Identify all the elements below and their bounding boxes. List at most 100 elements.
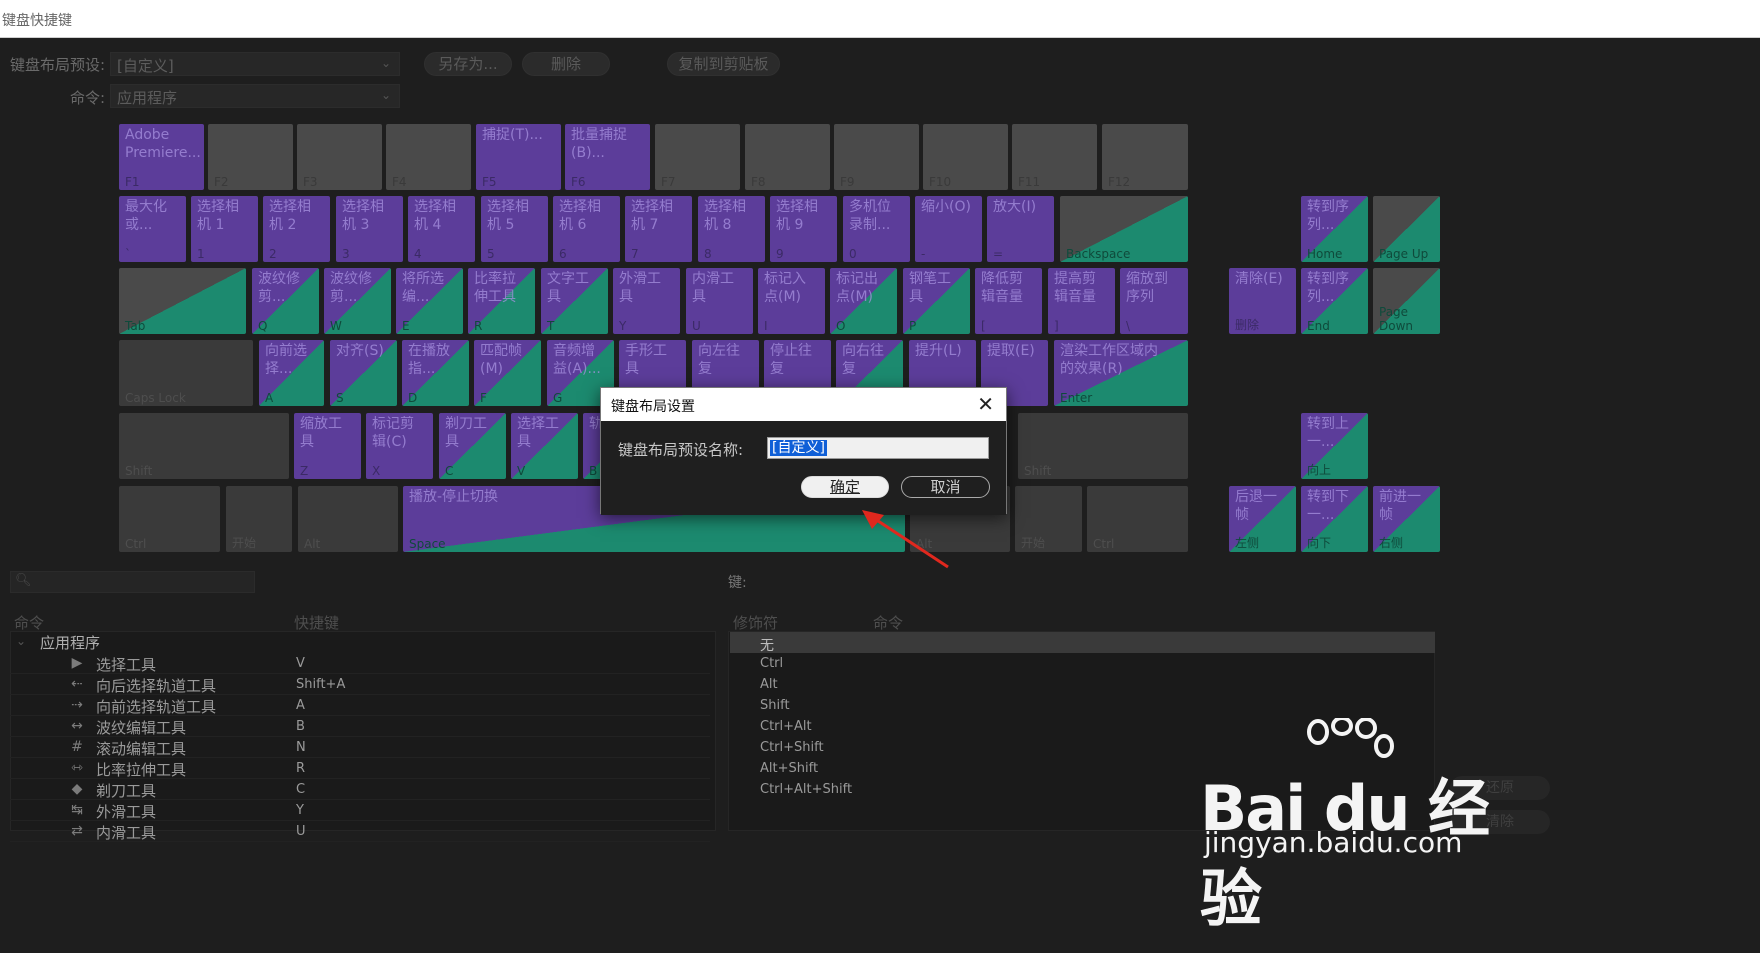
key-f9[interactable]: F9 [834, 124, 919, 190]
key-w[interactable]: 波纹修 剪... W [324, 268, 391, 334]
modifier-row[interactable]: Shift [730, 695, 1435, 716]
key-r[interactable]: 比率拉 伸工具 R [468, 268, 535, 334]
shortcut-value[interactable]: A [296, 698, 305, 713]
modifier-row[interactable]: Alt [730, 674, 1435, 695]
preset-select[interactable]: [自定义] ⌄ [110, 52, 400, 76]
delete-preset-button[interactable]: 删除 [522, 52, 610, 76]
key-5[interactable]: 选择相 机 5 5 [481, 196, 548, 262]
table-row[interactable]: ↹ 外滑工具 Y [10, 800, 710, 821]
key-y[interactable]: 外滑工 具 Y [613, 268, 680, 334]
table-row[interactable]: ▶ 选择工具 V [10, 653, 710, 674]
shortcut-column-header[interactable]: 快捷键 [294, 612, 339, 633]
key-d[interactable]: 在播放 指... D [402, 340, 469, 406]
key-enter[interactable]: 渲染工作区域内 的效果(R) Enter [1054, 340, 1188, 406]
key-a[interactable]: 向前选 择... A [259, 340, 324, 406]
chevron-down-icon[interactable]: ⌄ [16, 634, 26, 648]
command-search-input[interactable]: 🔍︎ [10, 571, 255, 593]
shortcut-value[interactable]: U [296, 824, 306, 839]
key-8[interactable]: 选择相 机 8 8 [698, 196, 765, 262]
key-f4[interactable]: F4 [386, 124, 471, 190]
table-row[interactable]: # 滚动编辑工具 N [10, 737, 710, 758]
key-left-win[interactable]: 开始 [226, 486, 292, 552]
key-f1[interactable]: Adobe Premiere... F1 [119, 124, 204, 190]
key-7[interactable]: 选择相 机 7 7 [625, 196, 692, 262]
table-row[interactable]: ⇿ 比率拉伸工具 R [10, 758, 710, 779]
key-arrow-right[interactable]: 前进一 帧右侧 [1373, 486, 1440, 552]
key-right-shift[interactable]: Shift [1018, 413, 1188, 479]
table-row[interactable]: ⇄ 内滑工具 U [10, 821, 710, 842]
key-e[interactable]: 将所选 编... E [396, 268, 463, 334]
key-right-win[interactable]: 开始 [1015, 486, 1082, 552]
table-row[interactable]: ⇢ 向前选择轨道工具 A [10, 695, 710, 716]
key-f[interactable]: 匹配帧 (M) F [474, 340, 541, 406]
key-tab[interactable]: Tab [119, 268, 246, 334]
key-grave[interactable]: 最大化 或... ` [119, 196, 186, 262]
key-left-shift[interactable]: Shift [119, 413, 289, 479]
copy-to-clipboard-button[interactable]: 复制到剪贴板 [667, 52, 780, 76]
key-q[interactable]: 波纹修 剪... Q [252, 268, 319, 334]
key-delete[interactable]: 清除(E) 删除 [1229, 268, 1296, 334]
modifier-row[interactable]: Ctrl [730, 653, 1435, 674]
key-c[interactable]: 剃刀工 具 C [439, 413, 506, 479]
key-backspace[interactable]: Backspace [1060, 196, 1188, 262]
ok-button[interactable]: 确定 [801, 476, 889, 498]
key-left-alt[interactable]: Alt [298, 486, 398, 552]
table-row[interactable]: ↔ 波纹编辑工具 B [10, 716, 710, 737]
shortcut-value[interactable]: C [296, 782, 305, 797]
key-right-bracket[interactable]: 提高剪 辑音量] [1048, 268, 1115, 334]
key-t[interactable]: 文字工 具 T [541, 268, 608, 334]
key-f2[interactable]: F2 [208, 124, 293, 190]
shortcut-value[interactable]: Y [296, 803, 304, 818]
key-home[interactable]: 转到序 列... Home [1301, 196, 1368, 262]
key-f5[interactable]: 捕捉(T)... F5 [476, 124, 561, 190]
command-group[interactable]: 应用程序 [40, 632, 100, 653]
modifier-row[interactable]: 无 [730, 632, 1435, 654]
shortcut-value[interactable]: N [296, 740, 306, 755]
key-4[interactable]: 选择相 机 4 4 [408, 196, 475, 262]
key-f8[interactable]: F8 [745, 124, 830, 190]
key-2[interactable]: 选择相 机 2 2 [263, 196, 330, 262]
key-o[interactable]: 标记出 点(M) O [830, 268, 897, 334]
key-backslash[interactable]: 缩放到 序列 \ [1120, 268, 1188, 334]
key-f11[interactable]: F11 [1012, 124, 1097, 190]
key-arrow-up[interactable]: 转到上 一... 向上 [1301, 413, 1368, 479]
shortcut-value[interactable]: V [296, 656, 305, 671]
key-f7[interactable]: F7 [655, 124, 740, 190]
key-u[interactable]: 内滑工 具 U [686, 268, 753, 334]
key-v[interactable]: 选择工 具 V [511, 413, 578, 479]
key-f6[interactable]: 批量捕捉 (B)... F6 [565, 124, 650, 190]
key-left-bracket[interactable]: 降低剪 辑音量 [ [975, 268, 1042, 334]
command-select[interactable]: 应用程序 ⌄ [110, 84, 400, 108]
table-row[interactable]: ⇠ 向后选择轨道工具 Shift+A [10, 674, 710, 695]
close-icon[interactable]: ✕ [977, 392, 994, 416]
command-column-header[interactable]: 命令 [14, 612, 44, 633]
key-right-ctrl[interactable]: Ctrl [1087, 486, 1188, 552]
key-i[interactable]: 标记入 点(M) I [758, 268, 825, 334]
key-f3[interactable]: F3 [297, 124, 382, 190]
key-caps-lock[interactable]: Caps Lock [119, 340, 253, 406]
key-page-up[interactable]: Page Up [1373, 196, 1440, 262]
key-6[interactable]: 选择相 机 6 6 [553, 196, 620, 262]
key-x[interactable]: 标记剪 辑(C) X [366, 413, 433, 479]
shortcut-value[interactable]: B [296, 719, 305, 734]
key-0[interactable]: 多机位 录制... 0 [843, 196, 910, 262]
key-s[interactable]: 对齐(S) S [330, 340, 397, 406]
key-f12[interactable]: F12 [1102, 124, 1188, 190]
save-as-button[interactable]: 另存为... [424, 52, 512, 76]
key-page-down[interactable]: Page Down [1373, 268, 1440, 334]
key-3[interactable]: 选择相 机 3 3 [336, 196, 403, 262]
key-p[interactable]: 钢笔工 具 P [903, 268, 970, 334]
key-arrow-left[interactable]: 后退一 帧左侧 [1229, 486, 1296, 552]
key-arrow-down[interactable]: 转到下 一... 向下 [1301, 486, 1368, 552]
key-z[interactable]: 缩放工 具 Z [294, 413, 361, 479]
key-minus[interactable]: 缩小(O) - [915, 196, 982, 262]
key-f10[interactable]: F10 [923, 124, 1008, 190]
cancel-button[interactable]: 取消 [901, 476, 990, 498]
key-1[interactable]: 选择相 机 1 1 [191, 196, 258, 262]
table-row[interactable]: ◆ 剃刀工具 C [10, 779, 710, 800]
key-end[interactable]: 转到序 列... End [1301, 268, 1368, 334]
shortcut-value[interactable]: R [296, 761, 305, 776]
key-left-ctrl[interactable]: Ctrl [119, 486, 220, 552]
key-9[interactable]: 选择相 机 9 9 [770, 196, 837, 262]
preset-name-input[interactable]: [自定义] [767, 437, 989, 459]
